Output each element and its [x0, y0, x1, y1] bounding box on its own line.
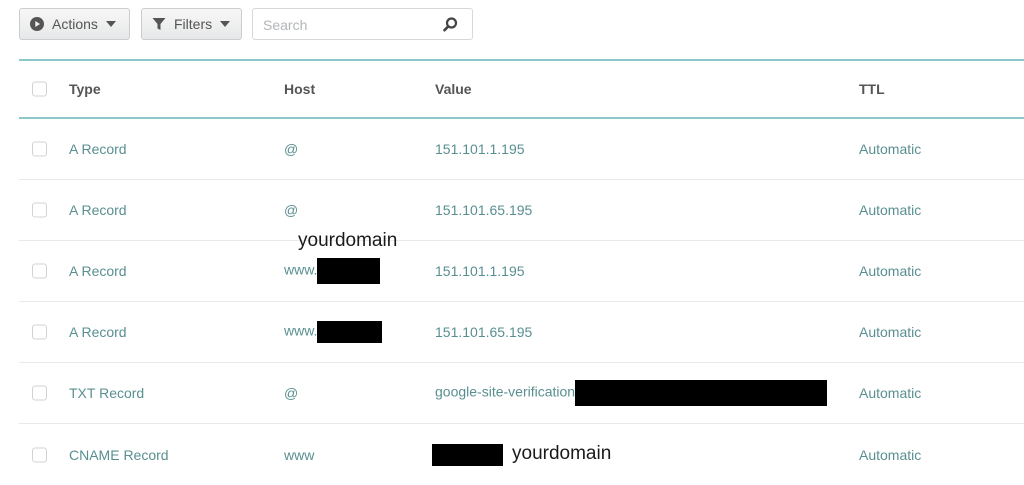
column-header-value[interactable]: Value	[435, 81, 472, 97]
annotation-host-label: yourdomain	[298, 230, 398, 251]
record-host: www.	[284, 261, 318, 278]
column-header-type[interactable]: Type	[69, 81, 101, 97]
record-type: A Record	[69, 324, 127, 340]
row-checkbox[interactable]	[32, 263, 47, 279]
row-checkbox[interactable]	[32, 141, 47, 157]
actions-label: Actions	[52, 16, 98, 32]
search-box	[252, 8, 473, 40]
search-icon[interactable]	[443, 17, 458, 32]
record-type: A Record	[69, 141, 127, 157]
record-value: 151.101.1.195	[435, 263, 525, 279]
record-host: www	[284, 446, 315, 463]
record-host: @	[284, 202, 299, 218]
table-row[interactable]: A Record @ 151.101.65.195 Automatic	[19, 180, 1024, 241]
record-ttl: Automatic	[859, 385, 922, 401]
column-header-ttl[interactable]: TTL	[859, 81, 885, 97]
record-host: @	[284, 141, 299, 157]
select-all-checkbox[interactable]	[32, 81, 47, 97]
record-host-cell: www.	[284, 258, 381, 284]
redacted-block	[575, 380, 828, 406]
play-circle-icon	[30, 17, 44, 31]
record-host-cell: www.	[284, 321, 383, 343]
table-row[interactable]: A Record www. 151.101.1.195 Automatic	[19, 241, 1024, 302]
redacted-block	[317, 258, 381, 284]
record-ttl: Automatic	[859, 141, 922, 157]
record-host: www.	[284, 322, 318, 339]
toolbar: Actions Filters	[0, 0, 1024, 50]
table-row[interactable]: A Record @ 151.101.1.195 Automatic	[19, 119, 1024, 180]
record-type: CNAME Record	[69, 446, 169, 463]
actions-button[interactable]: Actions	[19, 8, 130, 40]
record-ttl: Automatic	[859, 324, 922, 340]
record-host: @	[284, 385, 299, 401]
row-checkbox[interactable]	[32, 202, 47, 218]
record-type: A Record	[69, 263, 127, 279]
record-ttl: Automatic	[859, 446, 922, 463]
table-row[interactable]: TXT Record @ google-site-verification Au…	[19, 363, 1024, 424]
record-type: A Record	[69, 202, 127, 218]
table-row[interactable]: A Record www. 151.101.65.195 Automatic	[19, 302, 1024, 363]
record-value: 151.101.65.195	[435, 324, 533, 340]
dns-records-table: Type Host Value TTL A Record @ 151.101.1…	[19, 59, 1024, 485]
row-checkbox[interactable]	[32, 324, 47, 340]
record-value: 151.101.1.195	[435, 141, 525, 157]
row-checkbox[interactable]	[32, 385, 47, 401]
record-ttl: Automatic	[859, 263, 922, 279]
table-header: Type Host Value TTL	[19, 59, 1024, 119]
record-ttl: Automatic	[859, 202, 922, 218]
chevron-down-icon	[105, 21, 116, 27]
redacted-block	[317, 321, 383, 343]
record-value-cell: google-site-verification	[435, 380, 828, 406]
annotation-cname-label: yourdomain	[512, 443, 612, 464]
record-type: TXT Record	[69, 385, 145, 401]
record-value-cell	[432, 443, 503, 466]
record-value: google-site-verification	[435, 383, 576, 400]
filter-icon	[152, 17, 166, 31]
filters-button[interactable]: Filters	[141, 8, 242, 40]
record-value: 151.101.65.195	[435, 202, 533, 218]
search-input[interactable]	[261, 15, 435, 35]
redacted-block	[432, 443, 503, 466]
row-checkbox[interactable]	[32, 447, 47, 462]
chevron-down-icon	[220, 21, 231, 27]
column-header-host[interactable]: Host	[284, 81, 315, 97]
filters-label: Filters	[174, 16, 213, 32]
